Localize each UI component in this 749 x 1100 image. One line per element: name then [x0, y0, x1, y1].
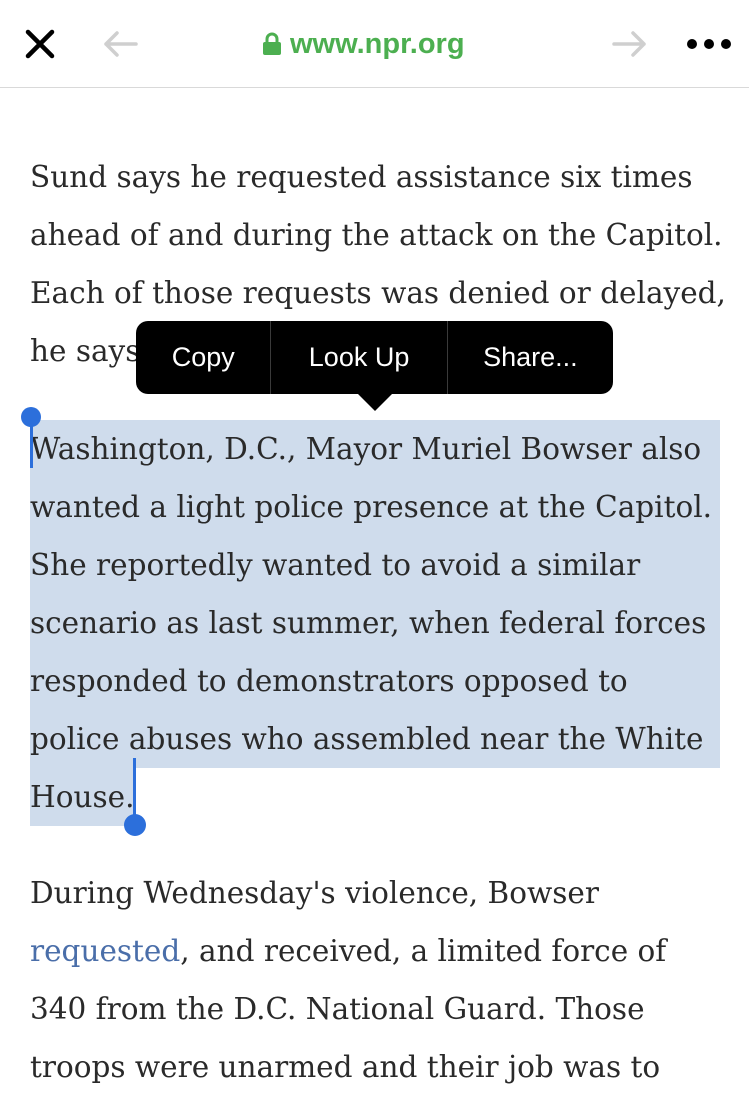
text-line: Each of those requests was denied or del…: [30, 276, 726, 310]
selected-text-line: responded to demonstrators opposed to: [30, 652, 720, 710]
arrow-right-icon: [612, 31, 646, 57]
text-line: ahead of and during the attack on the Ca…: [30, 218, 723, 252]
more-horizontal-icon: [687, 39, 731, 49]
arrow-left-icon: [104, 31, 138, 57]
selected-text-line: House.: [30, 768, 134, 826]
text-line: requested, and received, a limited force…: [30, 922, 730, 980]
requested-link[interactable]: requested: [30, 934, 180, 968]
look-up-menu-item[interactable]: Look Up: [271, 321, 448, 394]
text-line: troops were unarmed and their job was to: [30, 1050, 661, 1084]
url-text: www.npr.org: [290, 27, 465, 60]
selection-end-handle[interactable]: [124, 814, 146, 836]
forward-button[interactable]: [610, 24, 650, 64]
text-line: 340 from the D.C. National Guard. Those: [30, 992, 645, 1026]
more-options-button[interactable]: [684, 24, 734, 64]
paragraph-3: During Wednesday's violence, Bowser requ…: [30, 864, 730, 1096]
close-button[interactable]: [20, 24, 60, 64]
text-line: During Wednesday's violence, Bowser: [30, 876, 599, 910]
text-fragment: , and received, a limited force of: [180, 934, 667, 968]
text-selection-menu: Copy Look Up Share...: [136, 321, 613, 394]
menu-pointer: [357, 393, 393, 411]
close-icon: [25, 29, 55, 59]
share-menu-item[interactable]: Share...: [448, 321, 613, 394]
lock-icon: [263, 32, 281, 55]
copy-menu-item[interactable]: Copy: [136, 321, 272, 394]
browser-toolbar: www.npr.org: [0, 0, 749, 88]
selection-start-bar[interactable]: [30, 420, 33, 468]
back-button[interactable]: [100, 24, 140, 64]
text-line: Sund says he requested assistance six ti…: [30, 160, 693, 194]
selection-end-bar[interactable]: [133, 758, 136, 816]
selected-text-line: She reportedly wanted to avoid a similar: [30, 536, 720, 594]
selected-text-line: scenario as last summer, when federal fo…: [30, 594, 720, 652]
selected-text-line: wanted a light police presence at the Ca…: [30, 478, 720, 536]
address-bar[interactable]: www.npr.org: [262, 26, 465, 62]
selection-start-handle[interactable]: [21, 407, 41, 427]
selected-text-line: Washington, D.C., Mayor Muriel Bowser al…: [30, 420, 720, 478]
